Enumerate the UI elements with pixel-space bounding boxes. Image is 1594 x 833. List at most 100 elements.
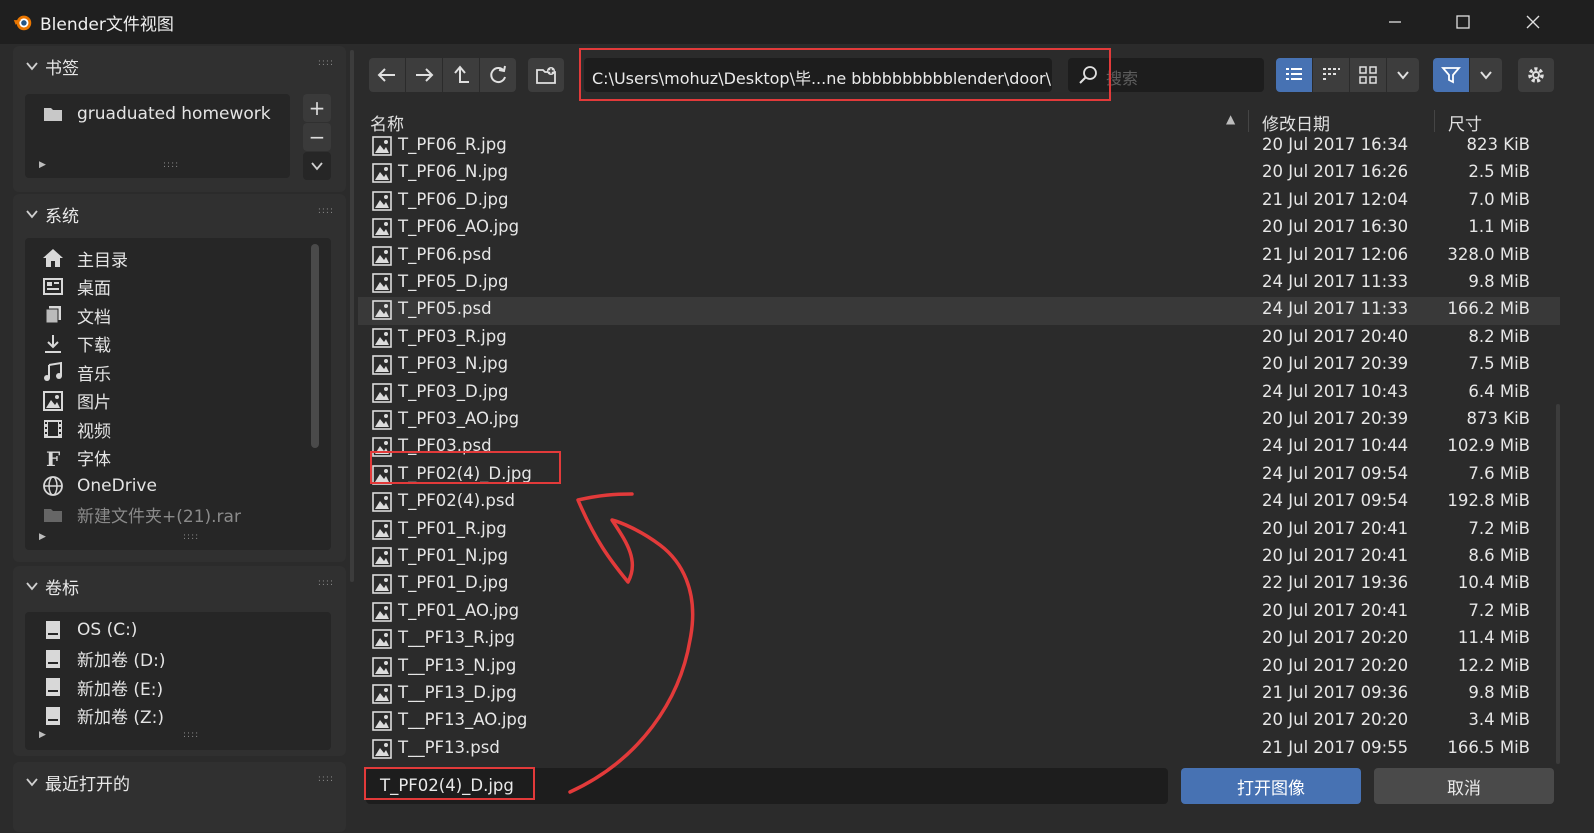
file-name: T_PF03_D.jpg xyxy=(398,381,509,401)
column-divider[interactable] xyxy=(1248,110,1249,132)
column-header-name[interactable]: 名称 xyxy=(370,110,404,135)
sidebar-item-onedrive[interactable]: OneDrive xyxy=(41,472,157,500)
file-row[interactable]: T_PF02(4).psd 24 Jul 2017 09:54 192.8 MiB xyxy=(358,489,1560,516)
settings-button[interactable] xyxy=(1518,58,1554,92)
view-vertical-list-button[interactable] xyxy=(1276,58,1312,92)
blender-logo-icon xyxy=(13,15,32,31)
file-row[interactable]: T_PF06_R.jpg 20 Jul 2017 16:34 823 KiB xyxy=(358,136,1560,160)
search-input[interactable]: 搜索 xyxy=(1068,58,1264,92)
close-window-button[interactable] xyxy=(1510,4,1556,40)
file-row[interactable]: T_PF03.psd 24 Jul 2017 10:44 102.9 MiB xyxy=(358,434,1560,461)
system-scrollbar[interactable] xyxy=(311,244,319,448)
filename-input[interactable]: T_PF02(4)_D.jpg xyxy=(366,768,1168,804)
file-row[interactable]: T_PF03_R.jpg 20 Jul 2017 20:40 8.2 MiB xyxy=(358,325,1560,352)
display-settings-dropdown[interactable] xyxy=(1387,58,1419,92)
volumes-panel-header[interactable]: 卷标 :::: xyxy=(13,566,346,604)
sidebar-item-desktop[interactable]: 桌面 xyxy=(41,273,111,301)
bookmark-menu-button[interactable] xyxy=(303,152,331,180)
sidebar-item-downloads[interactable]: 下载 xyxy=(41,330,111,358)
sidebar-item-home[interactable]: 主目录 xyxy=(41,244,128,272)
file-name: T_PF03.psd xyxy=(398,436,492,456)
back-button[interactable] xyxy=(369,58,405,92)
file-row[interactable]: T_PF06_AO.jpg 20 Jul 2017 16:30 1.1 MiB xyxy=(358,215,1560,242)
resize-grip-icon[interactable]: :::: xyxy=(183,730,199,740)
sidebar-item-label: 主目录 xyxy=(77,250,128,271)
drag-grip-icon[interactable]: :::: xyxy=(318,58,334,68)
column-header-size[interactable]: 尺寸 xyxy=(1448,110,1482,135)
volume-item-z[interactable]: 新加卷 (Z:) xyxy=(41,702,164,730)
file-row[interactable]: T_PF01_AO.jpg 20 Jul 2017 20:41 7.2 MiB xyxy=(358,599,1560,626)
maximize-button[interactable] xyxy=(1440,4,1486,40)
column-divider[interactable] xyxy=(1434,110,1435,132)
cancel-button[interactable]: 取消 xyxy=(1374,768,1554,804)
view-horizontal-list-button[interactable] xyxy=(1313,58,1349,92)
file-date: 20 Jul 2017 20:39 xyxy=(1262,409,1409,428)
sidebar-scrollbar[interactable] xyxy=(350,50,354,582)
file-row[interactable]: T_PF01_R.jpg 20 Jul 2017 20:41 7.2 MiB xyxy=(358,517,1560,544)
filter-settings-dropdown[interactable] xyxy=(1470,58,1502,92)
file-row[interactable]: T__PF13.psd 21 Jul 2017 09:55 166.5 MiB xyxy=(358,736,1560,763)
parent-directory-button[interactable] xyxy=(443,58,479,92)
drag-grip-icon[interactable]: :::: xyxy=(318,578,334,588)
file-row[interactable]: T__PF13_N.jpg 20 Jul 2017 20:20 12.2 MiB xyxy=(358,654,1560,681)
file-row[interactable]: T__PF13_R.jpg 20 Jul 2017 20:20 11.4 MiB xyxy=(358,626,1560,653)
volume-item-c[interactable]: OS (C:) xyxy=(41,616,137,644)
file-date: 20 Jul 2017 16:26 xyxy=(1262,162,1409,182)
sort-ascending-icon[interactable]: ▲ xyxy=(1226,112,1235,126)
image-file-icon xyxy=(372,410,392,430)
file-row[interactable]: T__PF13_D.jpg 21 Jul 2017 09:36 9.8 MiB xyxy=(358,681,1560,708)
sidebar-item-rar[interactable]: 新建文件夹+(21).rar xyxy=(41,501,241,529)
file-name: T__PF13_R.jpg xyxy=(398,628,515,648)
volume-item-e[interactable]: 新加卷 (E:) xyxy=(41,673,163,701)
remove-bookmark-button[interactable]: − xyxy=(303,123,331,151)
file-date: 24 Jul 2017 09:54 xyxy=(1262,491,1409,511)
open-image-button[interactable]: 打开图像 xyxy=(1181,768,1361,804)
sidebar-item-documents[interactable]: 文档 xyxy=(41,301,111,329)
refresh-button[interactable] xyxy=(480,58,516,92)
volumes-title: 卷标 xyxy=(45,579,79,599)
file-row[interactable]: T_PF03_AO.jpg 20 Jul 2017 20:39 873 KiB xyxy=(358,407,1560,434)
file-row[interactable]: T_PF03_N.jpg 20 Jul 2017 20:39 7.5 MiB xyxy=(358,352,1560,379)
sidebar-item-pictures[interactable]: 图片 xyxy=(41,387,111,415)
directory-path-field[interactable]: C:\Users\mohuz\Desktop\毕...ne bbbbbbbbbb… xyxy=(584,58,1052,92)
chevron-down-icon xyxy=(26,778,38,787)
file-row[interactable]: T_PF01_N.jpg 20 Jul 2017 20:41 8.6 MiB xyxy=(358,544,1560,571)
file-row[interactable]: T_PF06_D.jpg 21 Jul 2017 12:04 7.0 MiB xyxy=(358,188,1560,215)
drag-grip-icon[interactable]: :::: xyxy=(318,774,334,784)
system-panel-header[interactable]: 系统 :::: xyxy=(13,194,346,232)
sidebar-item-label: 视频 xyxy=(77,421,111,442)
file-size: 328.0 MiB xyxy=(1447,244,1530,264)
filter-toggle-button[interactable] xyxy=(1433,58,1469,92)
file-row[interactable]: T_PF06.psd 21 Jul 2017 12:06 328.0 MiB xyxy=(358,243,1560,270)
column-header-date[interactable]: 修改日期 xyxy=(1262,110,1330,135)
new-folder-button[interactable] xyxy=(528,58,564,92)
file-list-scrollbar[interactable] xyxy=(1556,404,1560,764)
file-row[interactable]: T_PF02(4)_D.jpg 24 Jul 2017 09:54 7.6 MiB xyxy=(358,462,1560,489)
bookmarks-panel-header[interactable]: 书签 :::: xyxy=(13,46,346,84)
add-bookmark-button[interactable]: + xyxy=(303,94,331,122)
globe-icon xyxy=(41,474,65,498)
file-row[interactable]: T_PF05.psd 24 Jul 2017 11:33 166.2 MiB xyxy=(358,297,1560,325)
sidebar-item-music[interactable]: 音乐 xyxy=(41,358,111,386)
file-row[interactable]: T_PF03_D.jpg 24 Jul 2017 10:43 6.4 MiB xyxy=(358,380,1560,407)
expand-triangle-icon[interactable]: ▶ xyxy=(39,160,46,170)
bookmark-item[interactable]: gruaduated homework xyxy=(41,100,271,128)
expand-triangle-icon[interactable]: ▶ xyxy=(39,532,46,542)
filter-icon xyxy=(1441,67,1461,84)
recent-panel-header[interactable]: 最近打开的 :::: xyxy=(13,762,346,800)
resize-grip-icon[interactable]: :::: xyxy=(183,532,199,542)
file-row[interactable]: T_PF01_D.jpg 22 Jul 2017 19:36 10.4 MiB xyxy=(358,571,1560,598)
sidebar-item-videos[interactable]: 视频 xyxy=(41,415,111,443)
file-row[interactable]: T__PF13_AO.jpg 20 Jul 2017 20:20 3.4 MiB xyxy=(358,708,1560,735)
expand-triangle-icon[interactable]: ▶ xyxy=(39,730,46,740)
minimize-button[interactable] xyxy=(1372,4,1418,40)
forward-button[interactable] xyxy=(406,58,442,92)
drag-grip-icon[interactable]: :::: xyxy=(318,206,334,216)
volume-item-d[interactable]: 新加卷 (D:) xyxy=(41,645,166,673)
view-thumbnails-button[interactable] xyxy=(1350,58,1386,92)
resize-grip-icon[interactable]: :::: xyxy=(163,160,179,170)
image-file-icon xyxy=(372,492,392,512)
file-row[interactable]: T_PF05_D.jpg 24 Jul 2017 11:33 9.8 MiB xyxy=(358,270,1560,297)
sidebar-item-fonts[interactable]: F 字体 xyxy=(41,444,111,472)
file-row[interactable]: T_PF06_N.jpg 20 Jul 2017 16:26 2.5 MiB xyxy=(358,160,1560,187)
